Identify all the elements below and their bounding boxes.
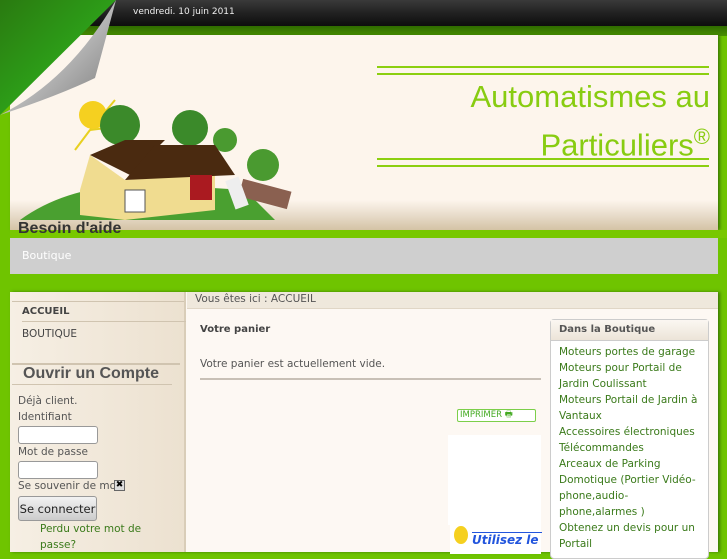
password-input[interactable]: [18, 461, 98, 479]
shop-link[interactable]: Télécommandes: [559, 440, 700, 456]
page-curl-image: [0, 0, 116, 115]
shop-box-heading: Dans la Boutique: [551, 320, 708, 341]
breadcrumb: Vous êtes ici : ACCUEIL: [187, 292, 718, 309]
forgot-password-link[interactable]: Perdu votre mot de passe?: [40, 521, 150, 553]
promo-banner[interactable]: Utilisez le Z: [450, 524, 542, 554]
ad-area: [448, 435, 541, 525]
site-title: Automatismes au Particuliers®: [470, 79, 711, 163]
title-rule: [377, 66, 709, 68]
help-heading: Besoin d'aide: [18, 220, 122, 237]
remember-label: Se souvenir de moi: [18, 480, 119, 492]
username-input[interactable]: [18, 426, 98, 444]
shop-link[interactable]: Moteurs pour Portail de Jardin Coulissan…: [559, 360, 700, 392]
sidebar: ACCUEIL BOUTIQUE Ouvrir un Compte Déjà c…: [10, 292, 186, 552]
date-text: vendredi. 10 juin 2011: [133, 7, 235, 17]
nav-item-boutique[interactable]: Boutique: [22, 249, 71, 262]
shop-categories-box: Dans la Boutique Moteurs portes de garag…: [550, 319, 709, 559]
shop-link[interactable]: Moteurs portes de garage: [559, 344, 700, 360]
shop-link[interactable]: Moteurs Portail de Jardin à Vantaux: [559, 392, 700, 424]
lightbulb-icon: [454, 526, 468, 544]
login-heading: Ouvrir un Compte: [23, 365, 160, 382]
title-rule: [377, 165, 709, 167]
cart-title: Votre panier: [200, 324, 271, 335]
sidebar-item-boutique[interactable]: BOUTIQUE: [22, 328, 77, 340]
username-label: Identifiant: [18, 411, 72, 423]
main-nav: Boutique: [10, 238, 718, 274]
divider: [200, 378, 541, 380]
remember-checkbox[interactable]: ✖: [114, 480, 125, 491]
password-label: Mot de passe: [18, 446, 88, 458]
shop-link[interactable]: Accessoires électroniques: [559, 424, 700, 440]
printer-icon: 🖶: [504, 410, 513, 420]
title-rule: [377, 73, 709, 75]
shop-link[interactable]: Obtenez un devis pour un Portail: [559, 520, 700, 552]
cart-empty-text: Votre panier est actuellement vide.: [200, 358, 386, 370]
main-area: ACCUEIL BOUTIQUE Ouvrir un Compte Déjà c…: [10, 292, 718, 559]
shop-link[interactable]: Arceaux de Parking: [559, 456, 700, 472]
sidebar-item-accueil[interactable]: ACCUEIL: [22, 306, 69, 317]
print-button[interactable]: IMPRIMER 🖶: [457, 409, 536, 422]
shop-link[interactable]: Domotique (Portier Vidéo-phone,audio-pho…: [559, 472, 700, 520]
already-client-text: Déjà client.: [18, 395, 78, 407]
login-button[interactable]: Se connecter: [18, 496, 97, 521]
print-label: IMPRIMER: [460, 410, 502, 420]
title-rule: [377, 158, 709, 160]
